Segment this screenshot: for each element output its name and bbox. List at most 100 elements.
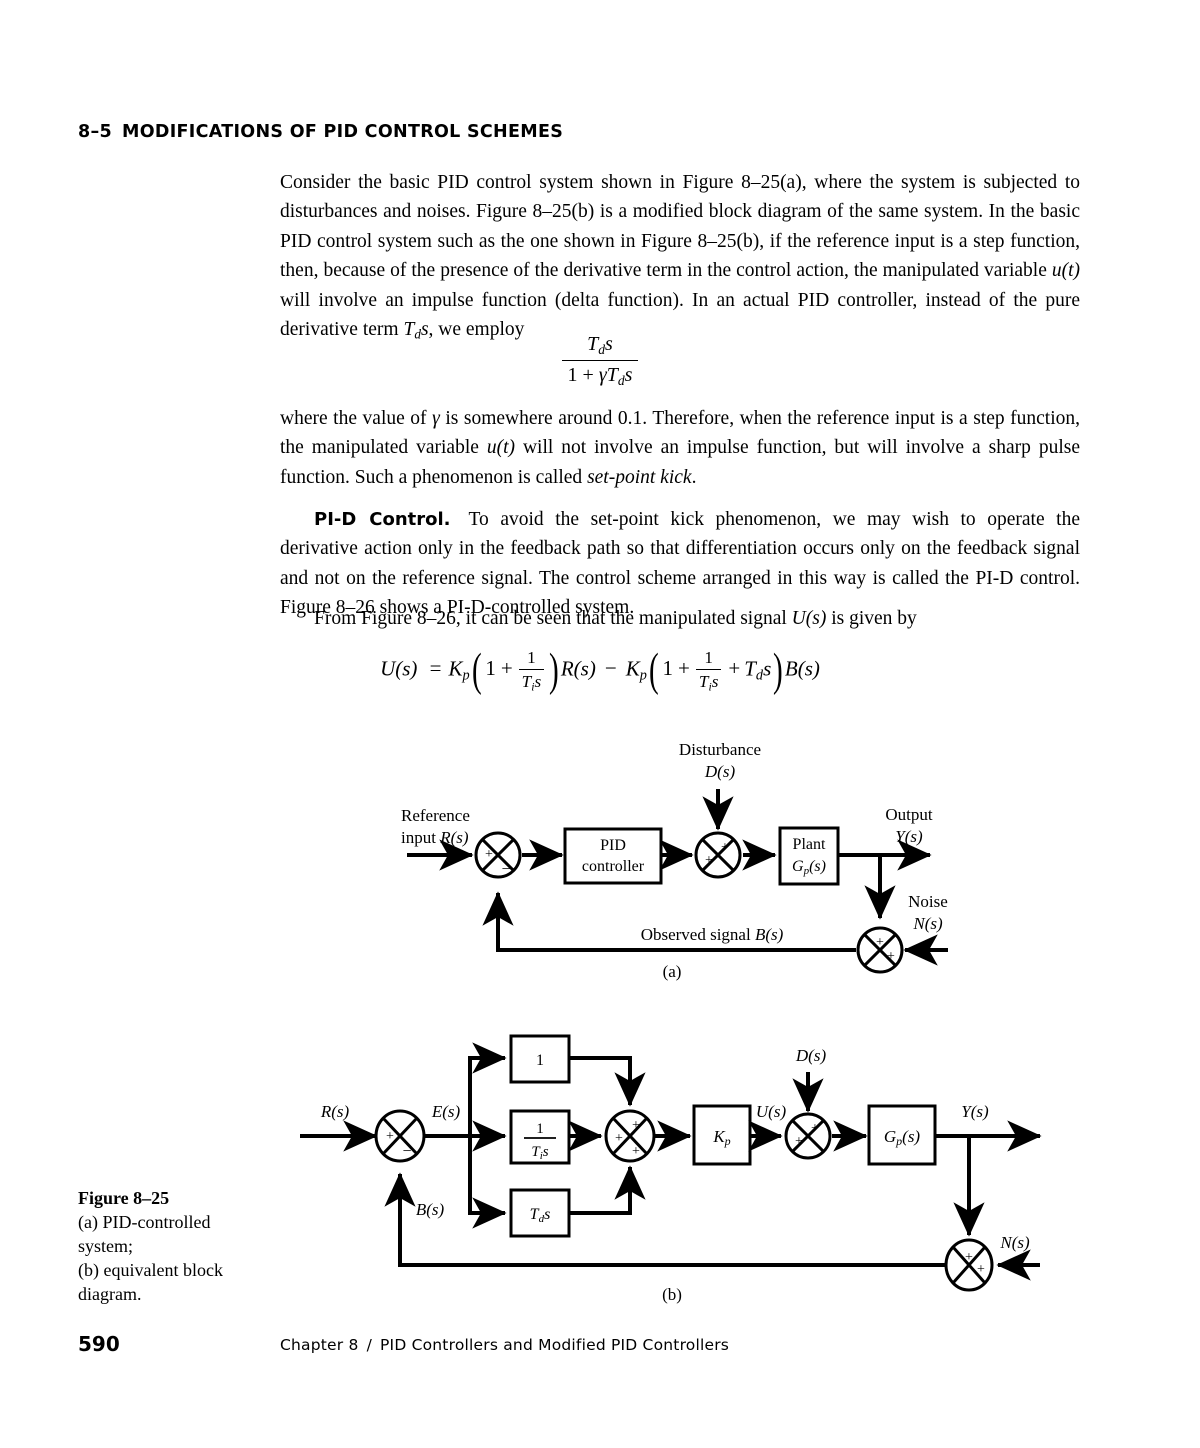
summing-junction-pid-sum-b: + + + — [604, 1109, 656, 1163]
footer-page-number: 590 — [78, 1332, 120, 1356]
eq-Td: T — [744, 656, 756, 681]
equation-derivative-filter: Td s 1 + γTds — [0, 333, 1200, 389]
label-output-title: Output — [885, 805, 933, 824]
frac2-den-T: T — [698, 672, 709, 691]
figure-caption-line4: diagram. — [78, 1284, 142, 1304]
paragraph-gamma-text-a: where the value of — [280, 408, 433, 429]
sign-plus-top-b4: + — [965, 1250, 973, 1265]
sign-plus-left-b2: + — [615, 1131, 623, 1146]
label-disturbance-symbol: D(s) — [704, 762, 736, 781]
sign-plus-top-b2: + — [632, 1118, 640, 1133]
wire-b-deriv-to-sum — [569, 1165, 646, 1215]
block-b-gain-label: Kp — [712, 1127, 730, 1148]
section-number: 8–5 — [78, 122, 113, 142]
sign-plus-left-a2: + — [705, 853, 713, 868]
summing-junction-noise-a: + + — [856, 926, 904, 974]
figure-caption-line3: (b) equivalent block — [78, 1260, 223, 1280]
label-output-symbol: Y(s) — [895, 827, 923, 846]
denominator-one-plus: 1 + — [567, 363, 599, 386]
label-noise-title: Noise — [908, 892, 948, 911]
eq-Kp-2: K — [625, 656, 640, 681]
figure-caption: Figure 8–25 (a) PID-controlled system; (… — [78, 1186, 278, 1306]
diagram-pid-controlled-system: Disturbance D(s) Reference input R(s) Ou… — [401, 740, 948, 981]
frac1-num: 1 — [518, 648, 545, 670]
denominator-gammaT: γT — [598, 363, 618, 386]
eq-Td-subscript: d — [755, 667, 764, 684]
equation-manipulated-signal: U(s) = Kp(1 +1 Tis)R(s) − Kp(1 +1 Tis + Tds)B(s) — [0, 646, 1200, 693]
summing-junction-disturbance-b: + + — [784, 1112, 832, 1160]
frac2-den: Tis — [696, 670, 722, 693]
sign-plus-top-a3: + — [876, 935, 884, 950]
term-set-point-kick: set-point kick — [587, 466, 692, 488]
eq-Td-s: s — [763, 656, 772, 681]
block-plant-line2: Gp(s) — [792, 858, 826, 877]
label-disturbance-title: Disturbance — [679, 740, 761, 759]
wire-b-feedback-path — [384, 1172, 946, 1267]
block-pid-controller: PID controller — [563, 827, 663, 885]
label-b-Ys: Y(s) — [961, 1102, 989, 1121]
eq-plus-3: + — [728, 656, 741, 681]
block-b-gain: Kp — [692, 1104, 752, 1166]
eq-minus: − — [604, 656, 617, 681]
block-plant: Plant Gp(s) — [778, 826, 840, 886]
paragraph-intro-text-a: Consider the basic PID control system sh… — [280, 172, 1080, 282]
label-b-Ns: N(s) — [999, 1233, 1030, 1252]
block-b-integral-num: 1 — [536, 1121, 544, 1137]
fraction-1-over-Tis-1: 1 Tis — [518, 648, 545, 693]
denominator-T-subscript: d — [617, 372, 625, 388]
eq-equals: = — [429, 656, 442, 681]
wire-b-branch-down — [468, 1136, 507, 1229]
var-gamma: γ — [432, 408, 440, 429]
var-U-of-s: U(s) — [791, 608, 827, 629]
label-observed-signal: Observed signal B(s) — [641, 925, 784, 944]
frac2-num: 1 — [695, 648, 722, 670]
section-heading: 8–5 MODIFICATIONS OF PID CONTROL SCHEMES — [78, 122, 563, 142]
summing-junction-noise-b: + + — [944, 1238, 994, 1292]
label-b-Rs: R(s) — [320, 1102, 350, 1121]
label-b-Es: E(s) — [431, 1102, 461, 1121]
label-b-Us: U(s) — [756, 1102, 787, 1121]
sign-plus-left-b3: + — [795, 1134, 803, 1149]
wire-b-branch-up — [468, 1042, 507, 1136]
block-b-proportional: 1 — [509, 1034, 571, 1084]
eq-Kp-1: K — [448, 656, 463, 681]
paragraph-from-figure-text-b: is given by — [826, 608, 917, 629]
footer-separator: / — [366, 1336, 372, 1354]
sign-plus-right-b4: + — [977, 1262, 985, 1277]
block-b-integral: 1 Tis — [509, 1109, 571, 1165]
paragraph-from-figure-text-a: From Figure 8–26, it can be seen that th… — [314, 608, 792, 629]
sign-plus-top-b3: + — [811, 1121, 819, 1136]
numerator-s: s — [605, 333, 613, 355]
eq-one-2: 1 — [662, 656, 674, 681]
sign-plus-top-a2: + — [721, 840, 729, 855]
block-b-plant-label: Gp(s) — [884, 1127, 921, 1148]
frac1-den-s: s — [534, 672, 542, 691]
summing-junction-disturbance-a: + + — [694, 831, 742, 879]
eq-Kp-1-subscript: p — [462, 667, 470, 684]
block-b-derivative-label: Tds — [530, 1206, 551, 1225]
block-pid-controller-line1: PID — [600, 837, 626, 854]
wire-b-prop-to-sum — [569, 1056, 646, 1107]
sign-plus-right-a3: + — [887, 949, 895, 964]
label-b-Ds: D(s) — [795, 1046, 827, 1065]
label-reference-title: Reference — [401, 806, 470, 825]
eq-Bs: B(s) — [784, 656, 820, 681]
block-b-plant: Gp(s) — [867, 1104, 937, 1166]
label-reference-symbol: input R(s) — [401, 828, 469, 847]
sign-minus-bottom-b1: − — [402, 1143, 411, 1160]
sign-plus-left-a1: + — [485, 847, 493, 862]
footer-chapter: Chapter 8 — [280, 1336, 359, 1354]
label-noise-symbol: N(s) — [912, 914, 943, 933]
sign-plus-left-b1: + — [386, 1129, 394, 1144]
footer-chapter-title: PID Controllers and Modified PID Control… — [380, 1336, 730, 1354]
fraction-denominator: 1 + γTds — [562, 361, 639, 389]
eq-one-1: 1 — [485, 656, 496, 681]
footer-running-head: Chapter 8 / PID Controllers and Modified P… — [280, 1336, 729, 1354]
numerator-T: T — [587, 333, 599, 355]
fraction-Tds-over-1-plus-gamma-Tds: Td s 1 + γTds — [561, 333, 639, 389]
block-plant-line1: Plant — [793, 836, 826, 853]
frac1-den: Tis — [519, 670, 545, 693]
figure-caption-title: Figure 8–25 — [78, 1188, 170, 1208]
eq-plus-2: + — [678, 656, 690, 681]
block-b-derivative: Tds — [509, 1188, 571, 1238]
